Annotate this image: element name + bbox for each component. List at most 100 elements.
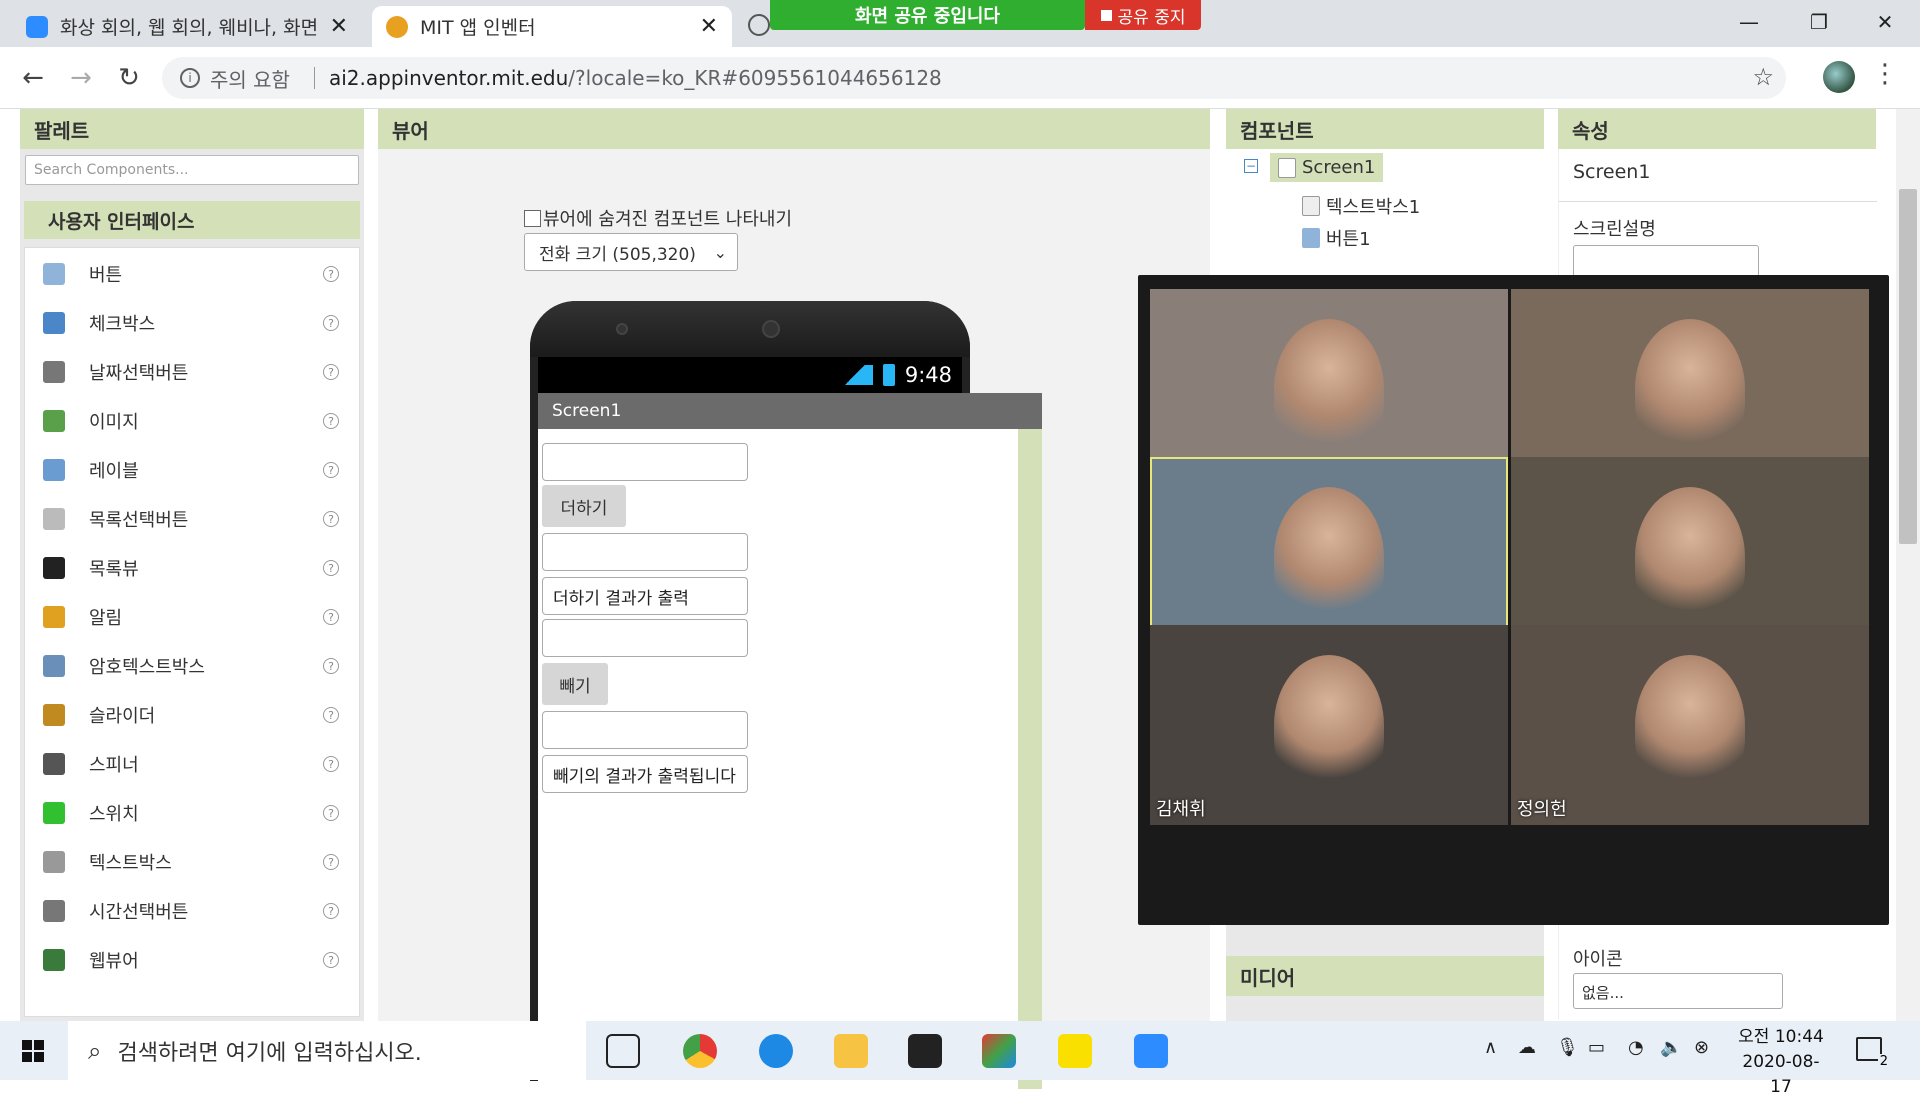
palette-item[interactable]: 슬라이더?: [25, 695, 361, 735]
store-icon[interactable]: [908, 1034, 942, 1068]
palette-item[interactable]: 날짜선택버튼?: [25, 352, 361, 392]
component-search-input[interactable]: Search Components...: [25, 155, 359, 185]
menu-kebab-icon[interactable]: ⋮: [1872, 59, 1898, 89]
help-icon[interactable]: ?: [323, 952, 339, 968]
participant-video-tile[interactable]: 김채휘: [1150, 625, 1508, 825]
phone-sensor-icon: [616, 323, 628, 335]
tab-zoom[interactable]: 화상 회의, 웹 회의, 웨비나, 화면 ✕: [12, 6, 362, 47]
icon-picker[interactable]: 없음...: [1573, 973, 1783, 1009]
info-icon[interactable]: i: [180, 68, 200, 88]
participant-video-tile[interactable]: 정의헌: [1511, 625, 1869, 825]
reload-icon[interactable]: ↻: [112, 61, 146, 95]
back-icon[interactable]: ←: [16, 61, 50, 95]
palette-item[interactable]: 알림?: [25, 597, 361, 637]
clock-time: 오전 10:44: [1738, 1027, 1824, 1047]
tree-item-textbox1[interactable]: 텍스트박스1: [1302, 193, 1420, 219]
help-icon[interactable]: ?: [323, 462, 339, 478]
url-field[interactable]: i 주의 요함 ai2.appinventor.mit.edu /?locale…: [162, 57, 1786, 99]
file-explorer-icon[interactable]: [834, 1034, 868, 1068]
hidden-components-checkbox[interactable]: [524, 209, 541, 227]
help-icon[interactable]: ?: [323, 756, 339, 772]
participant-video-image: [1274, 319, 1384, 459]
palette-item[interactable]: 스위치?: [25, 793, 361, 833]
app-icon[interactable]: [982, 1034, 1016, 1068]
help-icon[interactable]: ?: [323, 266, 339, 282]
palette-item[interactable]: 이미지?: [25, 401, 361, 441]
palette-item[interactable]: 레이블?: [25, 450, 361, 490]
help-icon[interactable]: ?: [323, 707, 339, 723]
collapse-icon[interactable]: −: [1244, 159, 1258, 173]
profile-avatar[interactable]: [1823, 61, 1855, 93]
phone-size-select[interactable]: 전화 크기 (505,320) ⌄: [524, 233, 738, 271]
preview-textbox[interactable]: [542, 533, 748, 571]
help-icon[interactable]: ?: [323, 658, 339, 674]
edge-icon[interactable]: [759, 1034, 793, 1068]
hidden-components-toggle[interactable]: 뷰어에 숨겨진 컴포넌트 나타내기: [524, 205, 792, 231]
chrome-icon[interactable]: [683, 1034, 717, 1068]
tree-item-screen1[interactable]: Screen1: [1270, 153, 1384, 182]
listview-icon: [43, 557, 65, 579]
palette-item-label: 웹뷰어: [89, 951, 139, 972]
palette-item[interactable]: 버튼?: [25, 254, 361, 294]
microphone-icon[interactable]: 🎙: [1556, 1037, 1579, 1058]
label-icon: [43, 459, 65, 481]
palette-item[interactable]: 목록뷰?: [25, 548, 361, 588]
preview-textbox[interactable]: [542, 619, 748, 657]
zoom-app-icon[interactable]: [1134, 1034, 1168, 1068]
restore-icon[interactable]: ❐: [1784, 0, 1854, 44]
tree-item-button1[interactable]: 버튼1: [1302, 225, 1371, 251]
tab-appinventor[interactable]: MIT 앱 인벤터 ✕: [372, 6, 732, 47]
stop-share-button[interactable]: 공유 중지: [1085, 0, 1201, 30]
bookmark-star-icon[interactable]: ☆: [1752, 63, 1774, 91]
battery-tray-icon[interactable]: ▭: [1588, 1037, 1605, 1058]
notification-icon[interactable]: 2: [1856, 1037, 1890, 1069]
listpicker-icon: [43, 508, 65, 530]
preview-textbox[interactable]: [542, 711, 748, 749]
page-scrollbar[interactable]: [1896, 109, 1920, 1021]
close-tab-icon[interactable]: ✕: [700, 14, 718, 39]
volume-icon[interactable]: 🔈: [1660, 1037, 1682, 1058]
help-icon[interactable]: ?: [323, 511, 339, 527]
zoom-gallery-window[interactable]: 마조영유현석(학부학생/공과대학 ...박 태휘김도엽김채휘정의헌: [1138, 275, 1889, 925]
close-tab-icon[interactable]: ✕: [330, 14, 348, 39]
help-icon[interactable]: ?: [323, 413, 339, 429]
palette-item[interactable]: 텍스트박스?: [25, 842, 361, 882]
screen-desc-input[interactable]: [1573, 245, 1759, 277]
help-icon[interactable]: ?: [323, 805, 339, 821]
preview-textbox[interactable]: [542, 443, 748, 481]
taskbar-clock[interactable]: 오전 10:44 2020-08-17: [1736, 1025, 1826, 1100]
help-icon[interactable]: ?: [323, 315, 339, 331]
windows-start-icon[interactable]: [22, 1040, 44, 1062]
palette-item[interactable]: 스피너?: [25, 744, 361, 784]
forward-icon[interactable]: →: [64, 61, 98, 95]
globe-icon[interactable]: [748, 14, 770, 36]
taskbar-search-input[interactable]: ⌕ 검색하려면 여기에 입력하십시오.: [68, 1021, 586, 1080]
screen-title-bar[interactable]: Screen1: [538, 393, 1042, 429]
help-icon[interactable]: ?: [323, 560, 339, 576]
palette-item[interactable]: 웹뷰어?: [25, 940, 361, 980]
preview-button[interactable]: 빼기: [542, 663, 608, 705]
tray-chevron-icon[interactable]: ∧: [1484, 1037, 1497, 1058]
preview-textbox[interactable]: 빼기의 결과가 출력됩니다: [542, 755, 748, 793]
help-icon[interactable]: ?: [323, 854, 339, 870]
help-icon[interactable]: ?: [323, 364, 339, 380]
help-icon[interactable]: ?: [323, 903, 339, 919]
wifi-icon[interactable]: ◔: [1628, 1037, 1644, 1058]
cloud-icon[interactable]: ☁: [1518, 1037, 1536, 1058]
palette-item[interactable]: 체크박스?: [25, 303, 361, 343]
minimize-icon[interactable]: —: [1714, 0, 1784, 44]
close-window-icon[interactable]: ✕: [1850, 0, 1920, 44]
task-view-icon[interactable]: [606, 1034, 640, 1068]
ui-section-header[interactable]: 사용자 인터페이스: [24, 201, 360, 239]
webviewer-icon: [43, 949, 65, 971]
kakaotalk-icon[interactable]: [1058, 1034, 1092, 1068]
palette-item[interactable]: 시간선택버튼?: [25, 891, 361, 931]
scrollbar-thumb[interactable]: [1899, 189, 1917, 544]
preview-textbox[interactable]: 더하기 결과가 출력: [542, 577, 748, 615]
help-icon[interactable]: ?: [323, 609, 339, 625]
palette-item[interactable]: 암호텍스트박스?: [25, 646, 361, 686]
palette-item[interactable]: 목록선택버튼?: [25, 499, 361, 539]
no-sound-icon[interactable]: ⊗: [1694, 1037, 1709, 1058]
preview-button[interactable]: 더하기: [542, 485, 626, 527]
share-status-text: 화면 공유 중입니다: [854, 6, 1000, 27]
